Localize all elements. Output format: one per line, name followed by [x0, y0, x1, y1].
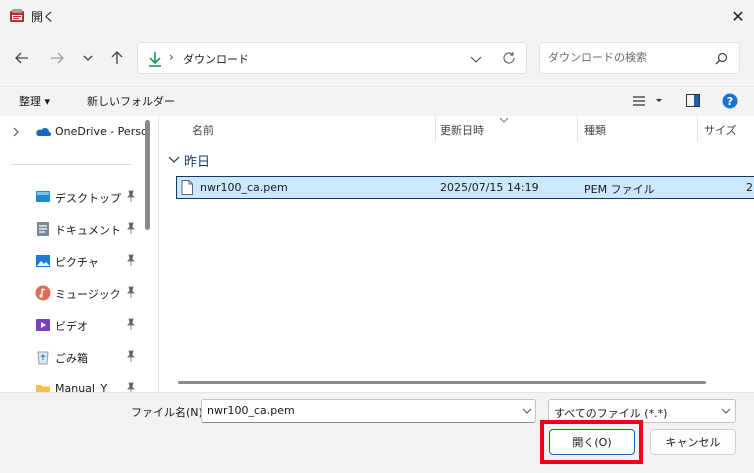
sidebar-item-label: デスクトップ [55, 192, 121, 205]
file-type: PEM ファイル [584, 183, 655, 196]
horizontal-scrollbar[interactable] [178, 381, 706, 384]
close-button[interactable]: ✕ [724, 4, 752, 28]
onedrive-icon [36, 127, 51, 136]
view-options-button[interactable] [632, 95, 664, 107]
preview-pane-icon [686, 94, 700, 107]
pin-icon [127, 350, 135, 362]
folder-icon [36, 385, 50, 392]
sidebar-scrollbar[interactable] [145, 120, 150, 230]
filetype-value: すべてのファイル (*.*) [554, 407, 668, 420]
address-location[interactable]: ダウンロード [183, 51, 249, 67]
file-name: nwr100_ca.pem [200, 181, 288, 194]
search-icon [715, 52, 728, 65]
recent-locations-button[interactable] [77, 47, 99, 69]
help-icon: ? [722, 93, 738, 109]
group-header[interactable]: 昨日 [184, 151, 210, 170]
desktop-icon [36, 191, 50, 202]
sidebar-item-music[interactable]: ミュージック [0, 280, 142, 306]
download-icon [149, 52, 161, 67]
sidebar-item-documents[interactable]: ドキュメント [0, 216, 142, 242]
address-bar[interactable]: › ダウンロード [137, 42, 527, 74]
column-header-name[interactable]: 名前 [192, 122, 214, 138]
navigation-pane: OneDrive - Perso デスクトップ ドキュメント ピクチャ ミュージ… [0, 116, 158, 392]
documents-icon [37, 222, 49, 236]
sidebar-item-pictures[interactable]: ピクチャ [0, 248, 142, 274]
cancel-button[interactable]: キャンセル [650, 429, 736, 455]
sidebar-item-label: Manual_Y [55, 382, 108, 392]
sidebar-item-label: OneDrive - Perso [55, 125, 148, 138]
sidebar-item-manual[interactable]: Manual_Y [0, 376, 142, 392]
chevron-down-icon [721, 408, 731, 414]
svg-text:?: ? [727, 95, 733, 108]
music-icon [35, 285, 51, 301]
file-icon [181, 180, 193, 195]
window-title: 開く [31, 10, 56, 24]
list-view-icon [633, 96, 662, 106]
sidebar-item-desktop[interactable]: デスクトップ [0, 184, 142, 210]
recycle-bin-icon [37, 351, 49, 365]
column-divider[interactable] [697, 116, 698, 142]
chevron-down-icon [83, 55, 93, 61]
filename-combobox[interactable] [201, 399, 536, 423]
file-modified: 2025/07/15 14:19 [440, 181, 539, 194]
column-header-type[interactable]: 種類 [584, 122, 606, 138]
address-separator: › [169, 50, 174, 64]
sidebar-item-label: ピクチャ [55, 256, 99, 269]
video-icon [36, 319, 50, 331]
pin-icon [127, 254, 135, 266]
refresh-icon[interactable] [502, 51, 516, 65]
open-button[interactable]: 開く(O) [549, 429, 635, 455]
chevron-down-icon[interactable] [470, 54, 482, 64]
sidebar-item-label: ミュージック [55, 288, 121, 301]
pin-icon [127, 222, 135, 234]
arrow-up-icon [111, 51, 123, 64]
chevron-down-icon[interactable] [168, 156, 180, 164]
pictures-icon [36, 255, 50, 267]
column-divider[interactable] [435, 116, 436, 142]
column-header-size[interactable]: サイズ [704, 122, 737, 138]
close-icon: ✕ [731, 6, 745, 26]
table-row[interactable]: nwr100_ca.pem 2025/07/15 14:19 PEM ファイル … [176, 176, 754, 199]
arrow-left-icon [15, 52, 28, 64]
sidebar-item-label: ドキュメント [55, 224, 121, 237]
sidebar-item-label: ごみ箱 [55, 352, 88, 365]
forward-button[interactable] [46, 47, 68, 69]
app-icon [9, 8, 25, 24]
back-button[interactable] [11, 47, 33, 69]
pin-icon [127, 382, 135, 392]
search-box[interactable] [539, 42, 740, 74]
chevron-right-icon[interactable] [12, 127, 20, 137]
sidebar-item-recycle-bin[interactable]: ごみ箱 [0, 344, 142, 370]
file-list: 名前 更新日時 種類 サイズ 昨日 nwr100_ca.pem 2025/07/… [158, 116, 754, 392]
search-input[interactable] [548, 51, 708, 64]
column-divider[interactable] [577, 116, 578, 142]
chevron-down-icon[interactable] [522, 408, 532, 415]
new-folder-button[interactable]: 新しいフォルダー [87, 93, 175, 109]
filename-label: ファイル名(N): [131, 406, 207, 419]
arrow-right-icon [51, 52, 64, 64]
sidebar-item-video[interactable]: ビデオ [0, 312, 142, 338]
preview-pane-button[interactable] [686, 94, 700, 107]
column-header-modified[interactable]: 更新日時 [440, 122, 484, 138]
sort-chevron-icon [499, 117, 509, 123]
sidebar-item-label: ビデオ [55, 320, 88, 333]
pin-icon [127, 190, 135, 202]
sidebar-item-onedrive[interactable]: OneDrive - Perso [0, 119, 148, 145]
filename-input[interactable] [207, 404, 507, 417]
help-button[interactable]: ? [722, 93, 738, 109]
sidebar-divider [11, 164, 131, 165]
pin-icon [127, 286, 135, 298]
file-size: 2 [746, 181, 753, 194]
up-button[interactable] [106, 47, 128, 69]
organize-button[interactable]: 整理 ▾ [19, 93, 50, 109]
title-bar [0, 0, 754, 32]
pin-icon [127, 318, 135, 330]
